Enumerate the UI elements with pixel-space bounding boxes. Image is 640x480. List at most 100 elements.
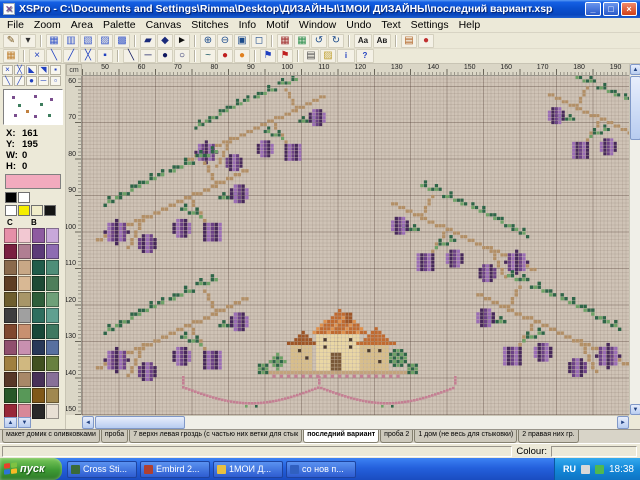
palette-swatch[interactable] xyxy=(32,388,45,403)
petite-stitch-view-icon[interactable]: ▨ xyxy=(97,34,113,48)
scroll-left-button[interactable]: ◄ xyxy=(82,416,94,429)
palette-swatch[interactable] xyxy=(4,260,17,275)
help-icon[interactable]: ? xyxy=(356,49,374,63)
palette-swatch[interactable] xyxy=(32,308,45,323)
thread-dark-icon[interactable]: ▰ xyxy=(140,34,156,48)
palette-swatch[interactable] xyxy=(32,324,45,339)
palette-swatch[interactable] xyxy=(4,372,17,387)
mini-back-icon[interactable]: ╲ xyxy=(2,76,13,86)
palette-swatch[interactable] xyxy=(46,244,59,259)
menu-item-stitches[interactable]: Stitches xyxy=(186,19,233,31)
vertical-scrollbar[interactable]: ▲ ▼ xyxy=(629,64,640,415)
mini-half-cross-icon[interactable]: ╳ xyxy=(14,65,25,75)
menu-item-settings[interactable]: Settings xyxy=(406,19,454,31)
zoom-in-icon[interactable]: ⊕ xyxy=(200,34,216,48)
horizontal-scrollbar[interactable]: ◄ ► xyxy=(82,415,629,429)
palette-swatch[interactable] xyxy=(18,244,31,259)
undo-icon[interactable]: ↺ xyxy=(311,34,327,48)
font-style-ab-button[interactable]: Aв xyxy=(373,34,391,48)
design-canvas[interactable] xyxy=(82,76,629,415)
flag-red-icon[interactable]: ⚑ xyxy=(277,49,293,63)
palette-swatch[interactable] xyxy=(32,404,45,419)
palette-swatch[interactable] xyxy=(4,340,17,355)
start-button[interactable]: пуск xyxy=(0,458,62,480)
palette-swatch[interactable] xyxy=(46,324,59,339)
tab-1[interactable]: макет домик с оливковками xyxy=(2,430,100,443)
palette-swatch[interactable] xyxy=(46,292,59,307)
mini-swatch[interactable] xyxy=(18,192,30,203)
grid-green-icon[interactable]: ▦ xyxy=(294,34,310,48)
palette-swatch[interactable] xyxy=(18,228,31,243)
mini-three-quarter-icon[interactable]: ◥ xyxy=(38,65,49,75)
scroll-right-button[interactable]: ► xyxy=(617,416,629,429)
longstitch-icon[interactable]: ─ xyxy=(140,49,156,63)
taskbar-task-1[interactable]: Cross Sti... xyxy=(67,461,137,478)
palette-swatch[interactable] xyxy=(4,228,17,243)
three-quarter-stitch-icon[interactable]: ╳ xyxy=(80,49,96,63)
palette-swatch[interactable] xyxy=(32,340,45,355)
palette-swatch[interactable] xyxy=(18,324,31,339)
menu-item-undo[interactable]: Undo xyxy=(341,19,376,31)
select-arrow-icon[interactable]: ► xyxy=(174,34,190,48)
tray-icon-1[interactable] xyxy=(581,465,590,474)
palette-swatch[interactable] xyxy=(18,292,31,307)
pencil-dropdown-icon[interactable]: ▾ xyxy=(20,34,36,48)
vertical-scroll-thumb[interactable] xyxy=(630,76,640,140)
tab-6[interactable]: 1 дом (не весь для стыковки) xyxy=(414,430,517,443)
half-stitch-icon[interactable]: ╲ xyxy=(46,49,62,63)
palette-swatch[interactable] xyxy=(32,276,45,291)
palette-swatch[interactable] xyxy=(46,276,59,291)
taskbar-task-2[interactable]: Embird 2... xyxy=(140,461,210,478)
palette-swatch[interactable] xyxy=(18,260,31,275)
zoom-area-icon[interactable]: ▣ xyxy=(234,34,250,48)
tab-2[interactable]: проба xyxy=(101,430,128,443)
quarter-stitch-view-icon[interactable]: ▧ xyxy=(80,34,96,48)
mini-swatch[interactable] xyxy=(44,205,56,216)
menu-item-file[interactable]: File xyxy=(2,19,29,31)
palette-scroll-down-button[interactable]: ▼ xyxy=(18,417,31,428)
thread-blend-icon[interactable]: ◆ xyxy=(157,34,173,48)
tray-clock[interactable]: 18:38 xyxy=(609,464,634,475)
orange-marker-icon[interactable]: ● xyxy=(234,49,250,63)
palette-swatch[interactable] xyxy=(46,308,59,323)
tray-icon-2[interactable] xyxy=(595,465,604,474)
palette-swatch[interactable] xyxy=(18,356,31,371)
palette-swatch[interactable] xyxy=(46,388,59,403)
palette-swatch[interactable] xyxy=(32,372,45,387)
palette-swatch[interactable] xyxy=(32,292,45,307)
palette-swatch[interactable] xyxy=(32,260,45,275)
pencil-tool-icon[interactable]: ✎ xyxy=(3,34,19,48)
menu-item-info[interactable]: Info xyxy=(234,19,262,31)
palette-swap-icon[interactable]: ▤ xyxy=(401,34,417,48)
mini-long-icon[interactable]: ─ xyxy=(38,76,49,86)
palette-swatch[interactable] xyxy=(32,228,45,243)
french-knot-icon[interactable]: ● xyxy=(157,49,173,63)
palette-swatch[interactable] xyxy=(46,404,59,419)
flag-blue-icon[interactable]: ⚑ xyxy=(260,49,276,63)
grid-red-icon[interactable]: ▦ xyxy=(277,34,293,48)
full-cross-stitch-icon[interactable]: × xyxy=(29,49,45,63)
zoom-fit-icon[interactable]: ◻ xyxy=(251,34,267,48)
menu-item-help[interactable]: Help xyxy=(454,19,486,31)
palette-swatch[interactable] xyxy=(4,308,17,323)
palette-swatch[interactable] xyxy=(32,244,45,259)
palette-swatch[interactable] xyxy=(18,388,31,403)
red-marker-icon[interactable]: ● xyxy=(217,49,233,63)
palette-swatch[interactable] xyxy=(18,340,31,355)
palette-swatch[interactable] xyxy=(46,340,59,355)
print-icon[interactable]: ▤ xyxy=(303,49,319,63)
tab-5[interactable]: проба 2 xyxy=(380,430,413,443)
palette-swatch[interactable] xyxy=(46,260,59,275)
symbol-view-icon[interactable]: ▩ xyxy=(114,34,130,48)
palette-scroll-up-button[interactable]: ▲ xyxy=(4,417,17,428)
palette-swatch[interactable] xyxy=(18,308,31,323)
quarter-stitch-icon[interactable]: ╱ xyxy=(63,49,79,63)
palette-swatch[interactable] xyxy=(46,356,59,371)
scroll-up-button[interactable]: ▲ xyxy=(630,64,640,75)
palette-swatch[interactable] xyxy=(4,292,17,307)
mini-quarter-icon[interactable]: ◣ xyxy=(26,65,37,75)
folder-icon[interactable]: ▨ xyxy=(320,49,336,63)
close-button[interactable]: × xyxy=(621,2,637,16)
tab-4[interactable]: последний вариант xyxy=(303,430,379,443)
petite-stitch-icon[interactable]: ▪ xyxy=(97,49,113,63)
